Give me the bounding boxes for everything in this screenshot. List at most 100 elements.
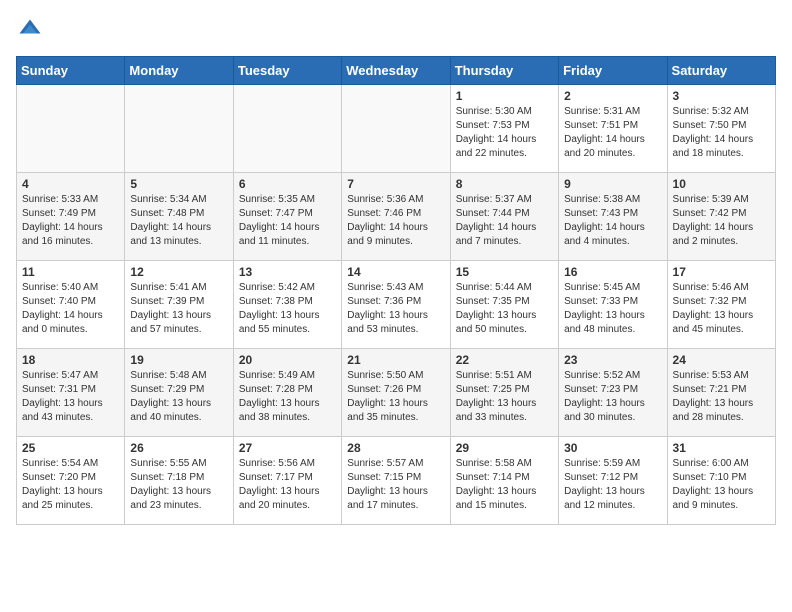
- day-info: Sunrise: 5:39 AM Sunset: 7:42 PM Dayligh…: [673, 193, 770, 249]
- day-number: 4: [22, 177, 119, 191]
- day-info: Sunrise: 5:40 AM Sunset: 7:40 PM Dayligh…: [22, 281, 119, 337]
- calendar-cell: 25 Sunrise: 5:54 AM Sunset: 7:20 PM Dayli…: [17, 437, 125, 525]
- calendar-table: SundayMondayTuesdayWednesdayThursdayFrid…: [16, 56, 776, 525]
- calendar-cell: 13 Sunrise: 5:42 AM Sunset: 7:38 PM Dayli…: [233, 261, 341, 349]
- calendar-cell: 28 Sunrise: 5:57 AM Sunset: 7:15 PM Dayli…: [342, 437, 450, 525]
- day-number: 11: [22, 265, 119, 279]
- day-number: 9: [564, 177, 661, 191]
- calendar-cell: 26Sunrise: 5:55 AM Sunset: 7:18 PM Dayli…: [125, 437, 233, 525]
- day-number: 25: [22, 441, 119, 455]
- day-info: Sunrise: 5:32 AM Sunset: 7:50 PM Dayligh…: [673, 105, 770, 161]
- logo: [16, 16, 48, 44]
- day-number: 3: [673, 89, 770, 103]
- day-info: Sunrise: 5:35 AM Sunset: 7:47 PM Dayligh…: [239, 193, 336, 249]
- day-number: 15: [456, 265, 553, 279]
- day-number: 21: [347, 353, 444, 367]
- calendar-cell: 11 Sunrise: 5:40 AM Sunset: 7:40 PM Dayli…: [17, 261, 125, 349]
- day-number: 24: [673, 353, 770, 367]
- day-header-monday: Monday: [125, 57, 233, 85]
- calendar-cell: 4 Sunrise: 5:33 AM Sunset: 7:49 PM Daylig…: [17, 173, 125, 261]
- day-header-tuesday: Tuesday: [233, 57, 341, 85]
- day-info: Sunrise: 5:30 AM Sunset: 7:53 PM Dayligh…: [456, 105, 553, 161]
- calendar-cell: 29Sunrise: 5:58 AM Sunset: 7:14 PM Dayli…: [450, 437, 558, 525]
- calendar-cell: 1 Sunrise: 5:30 AM Sunset: 7:53 PM Daylig…: [450, 85, 558, 173]
- day-number: 28: [347, 441, 444, 455]
- day-number: 5: [130, 177, 227, 191]
- logo-icon: [16, 16, 44, 44]
- calendar-cell: 18 Sunrise: 5:47 AM Sunset: 7:31 PM Dayli…: [17, 349, 125, 437]
- day-number: 13: [239, 265, 336, 279]
- calendar-week-row: 4 Sunrise: 5:33 AM Sunset: 7:49 PM Daylig…: [17, 173, 776, 261]
- day-info: Sunrise: 5:33 AM Sunset: 7:49 PM Dayligh…: [22, 193, 119, 249]
- calendar-cell: 20Sunrise: 5:49 AM Sunset: 7:28 PM Dayli…: [233, 349, 341, 437]
- day-number: 16: [564, 265, 661, 279]
- calendar-cell: 6Sunrise: 5:35 AM Sunset: 7:47 PM Daylig…: [233, 173, 341, 261]
- calendar-cell: 22 Sunrise: 5:51 AM Sunset: 7:25 PM Dayli…: [450, 349, 558, 437]
- calendar-cell: 12 Sunrise: 5:41 AM Sunset: 7:39 PM Dayli…: [125, 261, 233, 349]
- day-header-friday: Friday: [559, 57, 667, 85]
- day-info: Sunrise: 5:34 AM Sunset: 7:48 PM Dayligh…: [130, 193, 227, 249]
- day-number: 2: [564, 89, 661, 103]
- calendar-cell: [17, 85, 125, 173]
- day-number: 12: [130, 265, 227, 279]
- day-number: 31: [673, 441, 770, 455]
- day-info: Sunrise: 5:48 AM Sunset: 7:29 PM Dayligh…: [130, 369, 227, 425]
- calendar-cell: 23Sunrise: 5:52 AM Sunset: 7:23 PM Dayli…: [559, 349, 667, 437]
- day-number: 26: [130, 441, 227, 455]
- calendar-cell: 21 Sunrise: 5:50 AM Sunset: 7:26 PM Dayli…: [342, 349, 450, 437]
- day-info: Sunrise: 5:57 AM Sunset: 7:15 PM Dayligh…: [347, 457, 444, 513]
- calendar-cell: 19Sunrise: 5:48 AM Sunset: 7:29 PM Dayli…: [125, 349, 233, 437]
- day-number: 29: [456, 441, 553, 455]
- day-number: 17: [673, 265, 770, 279]
- day-info: Sunrise: 5:53 AM Sunset: 7:21 PM Dayligh…: [673, 369, 770, 425]
- day-info: Sunrise: 5:31 AM Sunset: 7:51 PM Dayligh…: [564, 105, 661, 161]
- day-info: Sunrise: 5:41 AM Sunset: 7:39 PM Dayligh…: [130, 281, 227, 337]
- calendar-cell: 7Sunrise: 5:36 AM Sunset: 7:46 PM Daylig…: [342, 173, 450, 261]
- calendar-cell: 9 Sunrise: 5:38 AM Sunset: 7:43 PM Daylig…: [559, 173, 667, 261]
- day-header-thursday: Thursday: [450, 57, 558, 85]
- day-info: Sunrise: 5:36 AM Sunset: 7:46 PM Dayligh…: [347, 193, 444, 249]
- day-header-sunday: Sunday: [17, 57, 125, 85]
- calendar-cell: 14 Sunrise: 5:43 AM Sunset: 7:36 PM Dayli…: [342, 261, 450, 349]
- calendar-cell: 30Sunrise: 5:59 AM Sunset: 7:12 PM Dayli…: [559, 437, 667, 525]
- day-info: Sunrise: 5:51 AM Sunset: 7:25 PM Dayligh…: [456, 369, 553, 425]
- calendar-week-row: 11 Sunrise: 5:40 AM Sunset: 7:40 PM Dayli…: [17, 261, 776, 349]
- day-number: 8: [456, 177, 553, 191]
- day-info: Sunrise: 5:43 AM Sunset: 7:36 PM Dayligh…: [347, 281, 444, 337]
- day-info: Sunrise: 5:49 AM Sunset: 7:28 PM Dayligh…: [239, 369, 336, 425]
- calendar-cell: [233, 85, 341, 173]
- day-number: 1: [456, 89, 553, 103]
- day-header-saturday: Saturday: [667, 57, 775, 85]
- calendar-cell: [342, 85, 450, 173]
- calendar-cell: 5 Sunrise: 5:34 AM Sunset: 7:48 PM Daylig…: [125, 173, 233, 261]
- calendar-cell: 17 Sunrise: 5:46 AM Sunset: 7:32 PM Dayli…: [667, 261, 775, 349]
- day-info: Sunrise: 5:59 AM Sunset: 7:12 PM Dayligh…: [564, 457, 661, 513]
- day-info: Sunrise: 5:45 AM Sunset: 7:33 PM Dayligh…: [564, 281, 661, 337]
- day-number: 22: [456, 353, 553, 367]
- day-info: Sunrise: 5:50 AM Sunset: 7:26 PM Dayligh…: [347, 369, 444, 425]
- day-info: Sunrise: 5:56 AM Sunset: 7:17 PM Dayligh…: [239, 457, 336, 513]
- day-info: Sunrise: 5:37 AM Sunset: 7:44 PM Dayligh…: [456, 193, 553, 249]
- day-number: 18: [22, 353, 119, 367]
- day-number: 27: [239, 441, 336, 455]
- calendar-cell: 10 Sunrise: 5:39 AM Sunset: 7:42 PM Dayli…: [667, 173, 775, 261]
- day-number: 23: [564, 353, 661, 367]
- day-number: 10: [673, 177, 770, 191]
- day-info: Sunrise: 5:47 AM Sunset: 7:31 PM Dayligh…: [22, 369, 119, 425]
- calendar-cell: 8 Sunrise: 5:37 AM Sunset: 7:44 PM Daylig…: [450, 173, 558, 261]
- calendar-cell: 27 Sunrise: 5:56 AM Sunset: 7:17 PM Dayli…: [233, 437, 341, 525]
- calendar-cell: 24 Sunrise: 5:53 AM Sunset: 7:21 PM Dayli…: [667, 349, 775, 437]
- calendar-cell: 16 Sunrise: 5:45 AM Sunset: 7:33 PM Dayli…: [559, 261, 667, 349]
- day-number: 14: [347, 265, 444, 279]
- day-header-wednesday: Wednesday: [342, 57, 450, 85]
- day-info: Sunrise: 5:46 AM Sunset: 7:32 PM Dayligh…: [673, 281, 770, 337]
- day-info: Sunrise: 5:42 AM Sunset: 7:38 PM Dayligh…: [239, 281, 336, 337]
- day-info: Sunrise: 5:38 AM Sunset: 7:43 PM Dayligh…: [564, 193, 661, 249]
- day-info: Sunrise: 5:54 AM Sunset: 7:20 PM Dayligh…: [22, 457, 119, 513]
- calendar-cell: [125, 85, 233, 173]
- day-info: Sunrise: 6:00 AM Sunset: 7:10 PM Dayligh…: [673, 457, 770, 513]
- calendar-cell: 2 Sunrise: 5:31 AM Sunset: 7:51 PM Daylig…: [559, 85, 667, 173]
- calendar-cell: 3 Sunrise: 5:32 AM Sunset: 7:50 PM Daylig…: [667, 85, 775, 173]
- calendar-cell: 15Sunrise: 5:44 AM Sunset: 7:35 PM Dayli…: [450, 261, 558, 349]
- calendar-week-row: 18 Sunrise: 5:47 AM Sunset: 7:31 PM Dayli…: [17, 349, 776, 437]
